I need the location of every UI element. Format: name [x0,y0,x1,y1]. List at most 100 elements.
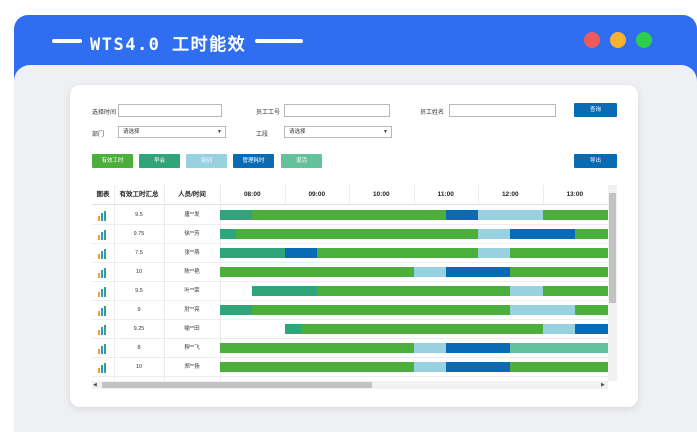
header-icon: 图表 [96,191,110,198]
timeline-segment-work[interactable] [316,286,511,296]
table-row[interactable]: 9.5 叶**荣 [92,282,610,301]
vertical-scroll-thumb[interactable] [609,193,616,303]
timeline-segment-train[interactable] [510,286,543,296]
timeline-segment-early[interactable] [220,248,285,258]
bar-chart-icon[interactable] [98,363,108,373]
timeline-segment-work[interactable] [542,210,608,220]
timeline-segment-train[interactable] [478,210,543,220]
scroll-right-icon[interactable]: ▶ [601,381,605,389]
timeline-segment-work[interactable] [220,267,414,277]
timeline-segment-work[interactable] [510,267,608,277]
timeline-segment-work[interactable] [542,286,608,296]
vertical-scrollbar[interactable] [608,185,617,381]
table-row[interactable]: 9 肘**亮 [92,301,610,320]
main-card: 选择时间 员工工号 员工姓名 查询 部门 请选择 ▼ 工段 请选择 ▼ 有效工时… [70,85,638,407]
minimize-dot-icon[interactable] [610,32,626,48]
timeline-segment-mixed[interactable] [510,343,608,353]
timeline-segment-mgmt[interactable] [445,362,511,372]
table-row[interactable]: 10 郑**扬 [92,358,610,377]
horizontal-scrollbar[interactable]: ◀ ▶ [92,381,608,389]
export-button[interactable]: 导出 [574,154,617,168]
hours-cell: 10 [135,269,143,275]
timeline-segment-early[interactable] [220,210,253,220]
bar-chart-icon-bar [104,363,106,373]
query-button[interactable]: 查询 [574,103,617,117]
dept-select-value: 请选择 [123,129,140,135]
timeline-segment-work[interactable] [220,362,414,372]
timeline-segment-early[interactable] [220,305,253,315]
timeline-segment-train[interactable] [478,248,511,258]
timeline-segment-train[interactable] [413,362,446,372]
bar-chart-icon[interactable] [98,249,108,259]
header-person: 人员/时间 [178,191,206,198]
timeline-segment-mgmt[interactable] [445,343,511,353]
hours-cell: 8 [137,345,141,351]
bar-chart-icon-bar [98,254,100,259]
legend-early-button[interactable]: 早会 [139,154,180,168]
timeline-segment-work[interactable] [574,229,608,239]
timeline-segment-work[interactable] [220,343,414,353]
legend-work-button[interactable]: 有效工时 [92,154,133,168]
timeline-segment-train[interactable] [478,229,511,239]
table-row[interactable]: 7.5 张**燕 [92,244,610,263]
timeline-segment-mgmt[interactable] [445,267,511,277]
timeline-segment-work[interactable] [252,305,511,315]
timeline-segment-work[interactable] [510,248,608,258]
timeline-segment-mgmt[interactable] [510,229,575,239]
timeline-segment-mgmt[interactable] [284,248,317,258]
bar-chart-icon-bar [101,270,103,278]
person-cell: 喻**田 [184,326,200,332]
table-row[interactable]: 9.25 喻**田 [92,320,610,339]
horizontal-scroll-thumb[interactable] [102,382,372,388]
legend-mixed-button[interactable]: 混活 [281,154,322,168]
timeline-segment-train[interactable] [542,324,575,334]
person-cell: 唐**发 [184,212,200,218]
legend-mgmt-button[interactable]: 管理耗时 [233,154,274,168]
person-cell: 肘**亮 [184,307,200,313]
time-tick-label: 11:00 [437,191,454,198]
table-row[interactable]: 9.5 唐**发 [92,206,610,225]
chevron-down-icon: ▼ [217,129,222,135]
bar-chart-icon-bar [104,287,106,297]
emp-id-input[interactable] [284,104,390,117]
timeline-segment-work[interactable] [252,210,446,220]
timeline-segment-early[interactable] [220,229,237,239]
table-row[interactable]: 9.75 徐**芳 [92,225,610,244]
bar-chart-icon-bar [104,249,106,259]
maximize-dot-icon[interactable] [636,32,652,48]
hours-cell: 9.5 [135,288,143,294]
bar-chart-icon-bar [101,346,103,354]
time-tick-label: 08:00 [243,191,261,198]
timeline-segment-work[interactable] [300,324,543,334]
bar-chart-icon[interactable] [98,287,108,297]
bar-chart-icon[interactable] [98,344,108,354]
timeline-segment-early[interactable] [284,324,301,334]
timeline-segment-work[interactable] [236,229,478,239]
table-row[interactable]: 10 陈**艳 [92,263,610,282]
bar-chart-icon[interactable] [98,306,108,316]
timeline-segment-early[interactable] [252,286,317,296]
timeline-segment-train[interactable] [413,343,446,353]
bar-chart-icon[interactable] [98,325,108,335]
bar-chart-icon[interactable] [98,268,108,278]
table-row[interactable]: 8 穆**飞 [92,339,610,358]
time-input[interactable] [118,104,222,117]
timeline-segment-train[interactable] [510,305,575,315]
timeline-segment-mgmt[interactable] [445,210,478,220]
timeline-segment-work[interactable] [574,305,608,315]
timeline-segment-work[interactable] [510,362,608,372]
bar-chart-icon[interactable] [98,230,108,240]
timeline-segment-work[interactable] [316,248,478,258]
timeline-segment-train[interactable] [413,267,446,277]
legend-train-button[interactable]: 培训 [186,154,227,168]
emp-name-input[interactable] [449,104,556,117]
dept-select[interactable]: 请选择 ▼ [118,126,226,138]
bar-chart-icon-bar [98,368,100,373]
timeline-segment-mgmt[interactable] [574,324,608,334]
bar-chart-icon[interactable] [98,211,108,221]
group-select[interactable]: 请选择 ▼ [284,126,392,138]
scroll-left-icon[interactable]: ◀ [93,381,97,389]
bar-chart-icon-bar [104,230,106,240]
bar-chart-icon-bar [98,235,100,240]
close-dot-icon[interactable] [584,32,600,48]
